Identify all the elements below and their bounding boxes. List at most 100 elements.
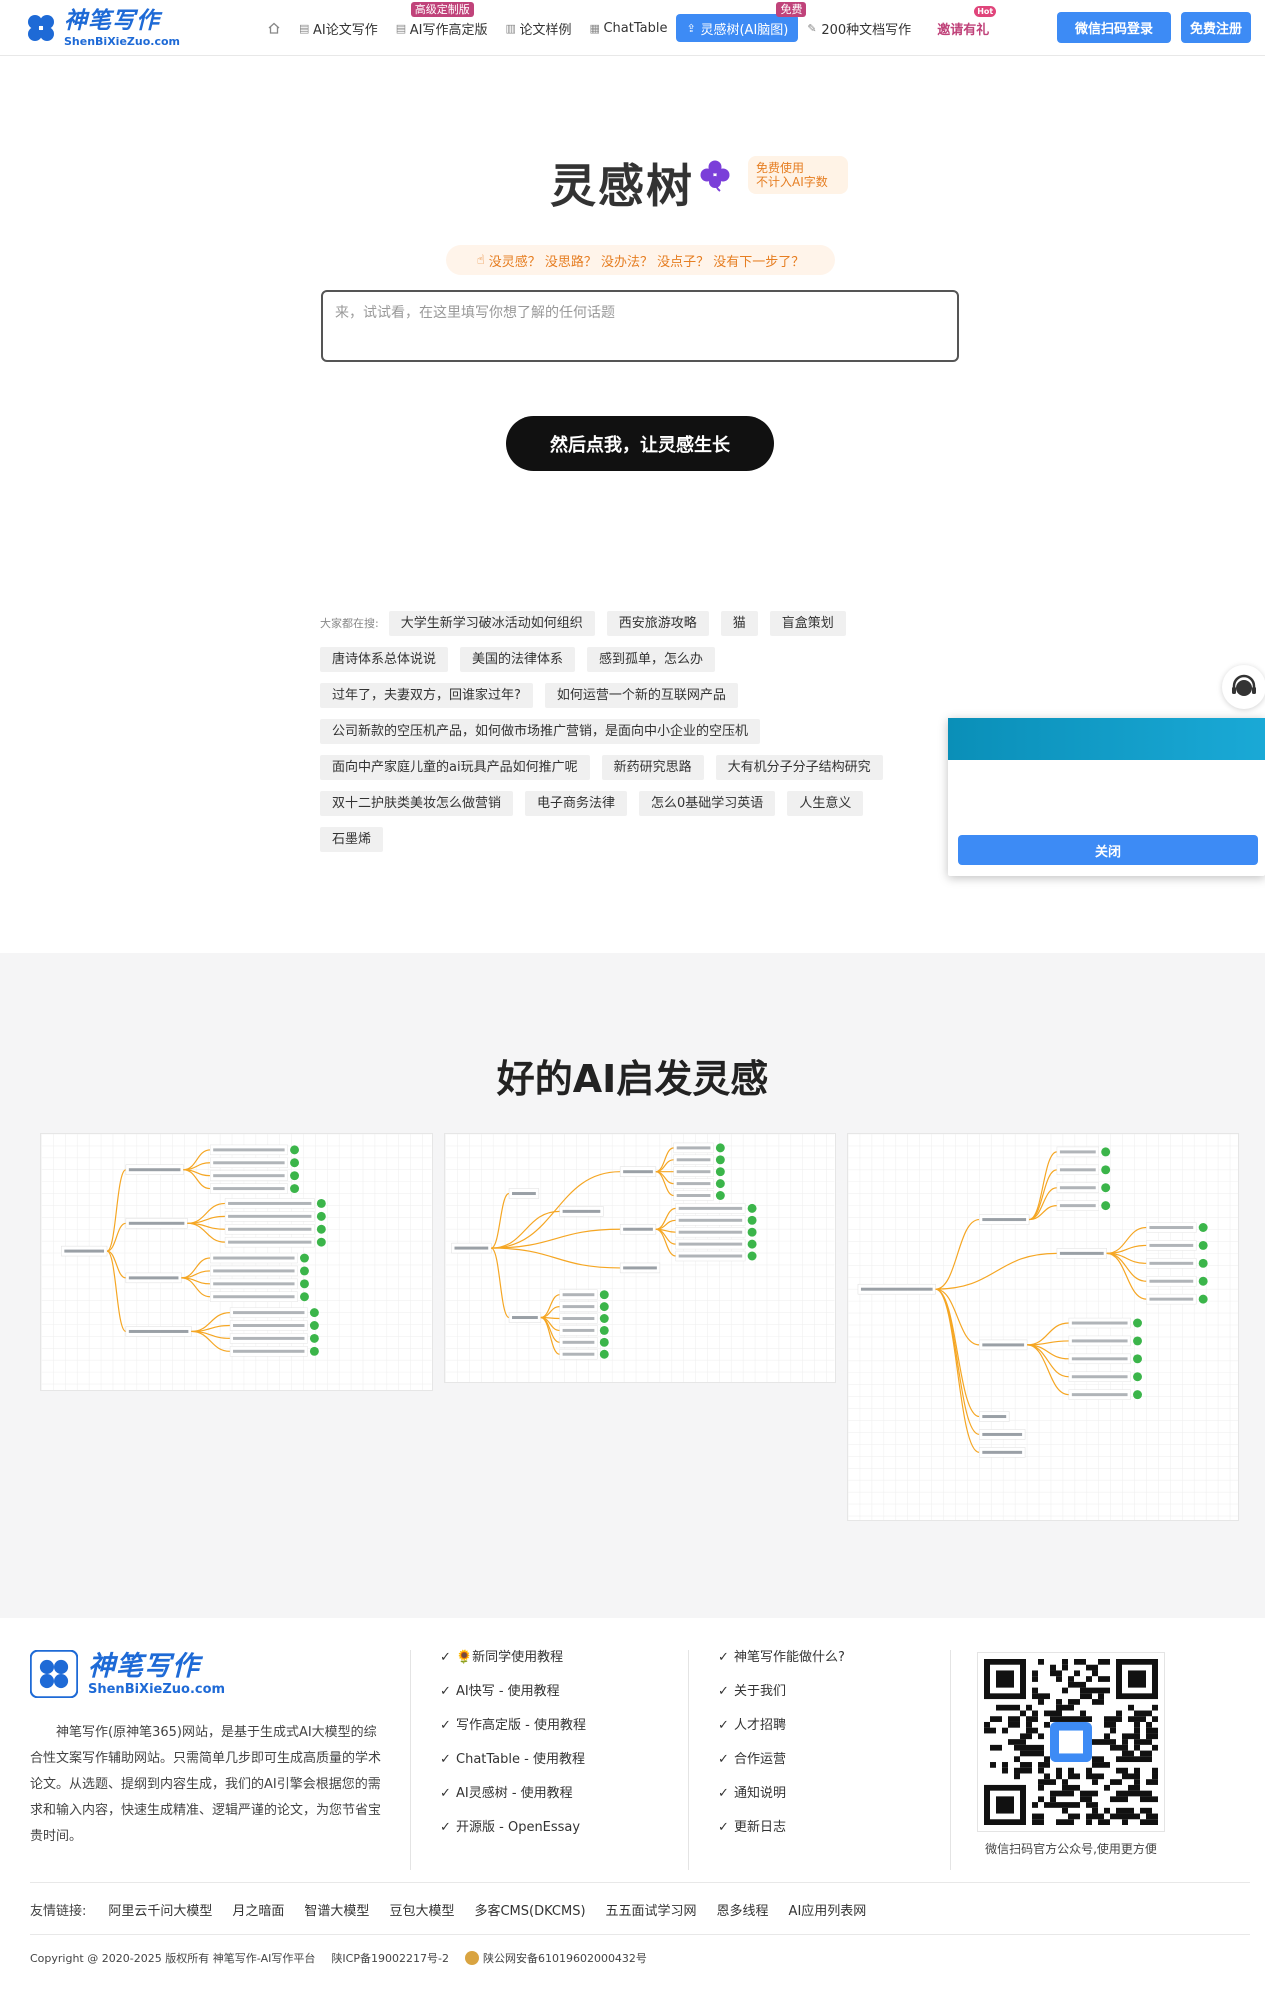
wechat-login-button[interactable]: 微信扫码登录: [1057, 12, 1171, 43]
inspiration-section: 好的AI启发灵感: [0, 953, 1265, 1618]
search-tag[interactable]: 大有机分子分子结构研究: [715, 754, 883, 780]
popup-header: [948, 718, 1265, 760]
search-row: 双十二护肤类美妆怎么做营销 电子商务法律 怎么0基础学习英语 人生意义: [320, 790, 940, 816]
search-tag[interactable]: 石墨烯: [320, 826, 384, 852]
free-usage-badge: 免费使用 不计入AI字数: [748, 156, 848, 194]
search-tag[interactable]: 如何运营一个新的互联网产品: [544, 682, 738, 708]
search-tag[interactable]: 公司新款的空压机产品，如何做市场推广营销，是面向中小企业的空压机: [320, 718, 761, 744]
mindmap-thumbnail: [848, 1134, 1238, 1520]
search-tag[interactable]: 双十二护肤类美妆怎么做营销: [320, 790, 514, 816]
footer-link[interactable]: ✓ 神笔写作能做什么?: [718, 1650, 848, 1666]
generate-button[interactable]: 然后点我，让灵感生长: [506, 416, 774, 471]
check-icon: ✓: [440, 1786, 451, 1801]
page-title: 灵感树: [550, 159, 694, 213]
copyright-text: Copyright @ 2020-2025 版权所有 神笔写作-AI写作平台: [30, 1952, 316, 1965]
footer-logo[interactable]: 神笔写作 ShenBiXieZuo.com: [30, 1648, 230, 1700]
qr-code-icon: [984, 1659, 1158, 1825]
footer-link[interactable]: ✓ AI快写 - 使用教程: [440, 1684, 590, 1700]
link-text: 人才招聘: [734, 1718, 787, 1733]
friend-link[interactable]: 月之暗面: [232, 1900, 284, 1919]
footer-link[interactable]: ✓ 🌻新同学使用教程: [440, 1650, 590, 1666]
footer-link[interactable]: ✓ 通知说明: [718, 1786, 848, 1802]
clover-icon: [700, 160, 730, 192]
brand-domain: ShenBiXieZuo.com: [88, 1681, 226, 1697]
nav-ai-paper[interactable]: ▤ AI论文写作: [290, 14, 387, 42]
nav-chattable[interactable]: ▦ ChatTable: [580, 14, 676, 42]
search-tag[interactable]: 怎么0基础学习英语: [639, 790, 776, 816]
friend-link[interactable]: 阿里云千问大模型: [108, 1900, 212, 1919]
search-tag[interactable]: 感到孤单，怎么办: [587, 646, 716, 672]
link-text: 开源版 - OpenEssay: [456, 1820, 581, 1835]
mindmap-card[interactable]: [40, 1133, 433, 1391]
police-record-link[interactable]: 陕公网安备61019602000432号: [464, 1950, 663, 1966]
footer-link[interactable]: ✓ 合作运营: [718, 1752, 848, 1768]
footer-links-tutorials: ✓ 🌻新同学使用教程 ✓ AI快写 - 使用教程 ✓ 写作高定版 - 使用教程 ✓ Ch…: [440, 1650, 590, 1854]
link-text: 🌻新同学使用教程: [456, 1650, 564, 1665]
link-text: 神笔写作能做什么?: [734, 1650, 845, 1665]
footer-link[interactable]: ✓ 关于我们: [718, 1684, 848, 1700]
search-row: 过年了，夫妻双方，回谁家过年? 如何运营一个新的互联网产品: [320, 682, 940, 708]
pen-icon: ✎: [807, 21, 817, 35]
brand-name: 神笔写作: [64, 7, 160, 34]
friend-link[interactable]: 多客CMS(DKCMS): [474, 1900, 585, 1919]
nav-doc-writing[interactable]: ✎ 200种文档写作: [798, 14, 920, 42]
police-text: 陕公网安备61019602000432号: [482, 1952, 647, 1965]
icp-link[interactable]: 陕ICP备19002217号-2: [331, 1950, 449, 1966]
friend-link[interactable]: 豆包大模型: [389, 1900, 454, 1919]
nav-home[interactable]: [258, 14, 290, 42]
search-tag[interactable]: 电子商务法律: [525, 790, 628, 816]
friend-link[interactable]: 智谱大模型: [304, 1900, 369, 1919]
friend-link[interactable]: AI应用列表网: [789, 1900, 867, 1919]
search-tag[interactable]: 人生意义: [787, 790, 864, 816]
nav-ai-premium[interactable]: 高级定制版 ▤ AI写作高定版: [387, 2, 497, 42]
document-icon: ▤: [299, 21, 310, 35]
search-row: 唐诗体系总体说说 美国的法律体系 感到孤单，怎么办: [320, 646, 940, 672]
friend-link[interactable]: 恩多线程: [717, 1900, 769, 1919]
friend-links: 友情链接: 阿里云千问大模型 月之暗面 智谱大模型 豆包大模型 多客CMS(DK…: [30, 1900, 886, 1919]
check-icon: ✓: [718, 1820, 729, 1835]
search-tag[interactable]: 过年了，夫妻双方，回谁家过年?: [320, 682, 533, 708]
search-tag[interactable]: 新药研究思路: [601, 754, 704, 780]
mindmap-card[interactable]: [444, 1133, 836, 1383]
check-icon: ✓: [718, 1650, 729, 1665]
customer-service-button[interactable]: [1222, 665, 1265, 709]
check-icon: ✓: [440, 1820, 451, 1835]
check-icon: ✓: [718, 1786, 729, 1801]
search-tag[interactable]: 唐诗体系总体说说: [320, 646, 449, 672]
search-tag[interactable]: 盲盒策划: [769, 610, 846, 636]
nav-label: 灵感树(AI脑图): [700, 22, 789, 38]
mindmap-card[interactable]: [847, 1133, 1239, 1521]
clover-logo-icon: [28, 15, 54, 41]
wechat-qr-code: [977, 1652, 1165, 1832]
nav-label: AI论文写作: [313, 22, 378, 38]
link-text: 写作高定版 - 使用教程: [456, 1718, 586, 1733]
topic-input[interactable]: [321, 290, 959, 362]
search-tag[interactable]: 猫: [720, 610, 758, 636]
copyright-bar: Copyright @ 2020-2025 版权所有 神笔写作-AI写作平台 陕…: [30, 1950, 679, 1966]
search-tag[interactable]: 美国的法律体系: [460, 646, 576, 672]
check-icon: ✓: [440, 1752, 451, 1767]
brand-logo[interactable]: 神笔写作 ShenBiXieZuo.com: [24, 6, 184, 50]
register-button[interactable]: 免费注册: [1181, 12, 1251, 43]
footer-link[interactable]: ✓ 写作高定版 - 使用教程: [440, 1718, 590, 1734]
badge-line: 不计入AI字数: [756, 175, 828, 189]
check-icon: ✓: [718, 1718, 729, 1733]
footer-link[interactable]: ✓ ChatTable - 使用教程: [440, 1752, 590, 1768]
footer-link[interactable]: ✓ 开源版 - OpenEssay: [440, 1820, 590, 1836]
footer-link[interactable]: ✓ AI灵感树 - 使用教程: [440, 1786, 590, 1802]
section-title: 好的AI启发灵感: [496, 1057, 769, 1101]
search-tag[interactable]: 西安旅游攻略: [606, 610, 709, 636]
friend-link[interactable]: 五五面试学习网: [606, 1900, 697, 1919]
nav-invite[interactable]: 邀请有礼 Hot: [928, 6, 998, 42]
search-tag[interactable]: 大学生新学习破冰活动如何组织: [388, 610, 595, 636]
link-text: 关于我们: [734, 1684, 787, 1699]
footer-link[interactable]: ✓ 人才招聘: [718, 1718, 848, 1734]
nav-inspiration-tree[interactable]: 免费 ⇪ 灵感树(AI脑图): [676, 2, 807, 42]
footer-link[interactable]: ✓ 更新日志: [718, 1820, 848, 1836]
popular-searches: 大家都在搜: 大学生新学习破冰活动如何组织 西安旅游攻略 猫 盲盒策划 唐诗体系…: [320, 610, 940, 862]
link-text: AI灵感树 - 使用教程: [456, 1786, 573, 1801]
nav-label: ChatTable: [603, 20, 668, 36]
search-tag[interactable]: 面向中产家庭儿童的ai玩具产品如何推广呢: [320, 754, 590, 780]
nav-samples[interactable]: ▥ 论文样例: [496, 14, 580, 42]
popup-close-button[interactable]: 关闭: [958, 835, 1258, 865]
